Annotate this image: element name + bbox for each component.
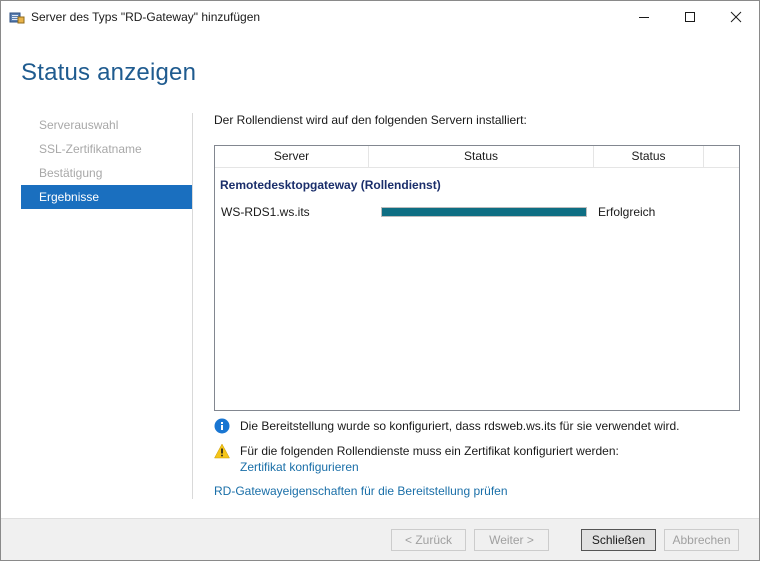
nav-item-serverauswahl: Serverauswahl bbox=[39, 118, 119, 132]
table-group-title: Remotedesktopgateway (Rollendienst) bbox=[220, 178, 441, 192]
nav-item-bestaetigung: Bestätigung bbox=[39, 166, 103, 180]
page-title: Status anzeigen bbox=[21, 59, 197, 86]
cancel-button[interactable]: Abbrechen bbox=[664, 529, 739, 551]
close-button[interactable] bbox=[713, 1, 759, 33]
server-status-table[interactable]: Server Status Status Remotedesktopgatewa… bbox=[214, 145, 740, 411]
server-manager-icon bbox=[9, 10, 25, 24]
maximize-button[interactable] bbox=[667, 1, 713, 33]
warning-text: Für die folgenden Rollendienste muss ein… bbox=[240, 444, 619, 458]
review-gateway-properties-link[interactable]: RD-Gatewayeigenschaften für die Bereitst… bbox=[214, 484, 508, 498]
configure-certificate-link[interactable]: Zertifikat konfigurieren bbox=[240, 460, 359, 474]
progress-bar bbox=[381, 207, 587, 217]
next-button[interactable]: Weiter > bbox=[474, 529, 549, 551]
table-row[interactable]: WS-RDS1.ws.its Erfolgreich bbox=[215, 203, 739, 221]
nav-divider bbox=[192, 113, 193, 499]
status-text: Erfolgreich bbox=[598, 205, 656, 219]
table-header: Server Status Status bbox=[215, 146, 739, 168]
server-name: WS-RDS1.ws.its bbox=[221, 205, 310, 219]
intro-text: Der Rollendienst wird auf den folgenden … bbox=[214, 113, 527, 127]
minimize-button[interactable] bbox=[621, 1, 667, 33]
close-icon bbox=[730, 11, 742, 23]
maximize-icon bbox=[684, 11, 696, 23]
wizard-nav: Serverauswahl SSL-Zertifikatname Bestäti… bbox=[21, 113, 192, 209]
close-wizard-button[interactable]: Schließen bbox=[581, 529, 656, 551]
title-bar: Server des Typs "RD-Gateway" hinzufügen bbox=[1, 1, 759, 33]
button-bar: < Zurück Weiter > Schließen Abbrechen bbox=[1, 518, 759, 560]
window-title: Server des Typs "RD-Gateway" hinzufügen bbox=[31, 10, 261, 24]
dialog-window: Server des Typs "RD-Gateway" hinzufügen … bbox=[0, 0, 760, 561]
info-text: Die Bereitstellung wurde so konfiguriert… bbox=[240, 419, 680, 433]
info-icon bbox=[214, 418, 230, 434]
nav-item-ssl-zertifikatname: SSL-Zertifikatname bbox=[39, 142, 142, 156]
progress-bar-fill bbox=[382, 208, 586, 216]
column-header-server[interactable]: Server bbox=[215, 146, 369, 167]
back-button[interactable]: < Zurück bbox=[391, 529, 466, 551]
warning-icon bbox=[214, 443, 230, 459]
column-header-status-progress[interactable]: Status bbox=[369, 146, 594, 167]
minimize-icon bbox=[638, 11, 650, 23]
nav-item-ergebnisse[interactable]: Ergebnisse bbox=[21, 185, 192, 209]
column-header-status[interactable]: Status bbox=[594, 146, 704, 167]
